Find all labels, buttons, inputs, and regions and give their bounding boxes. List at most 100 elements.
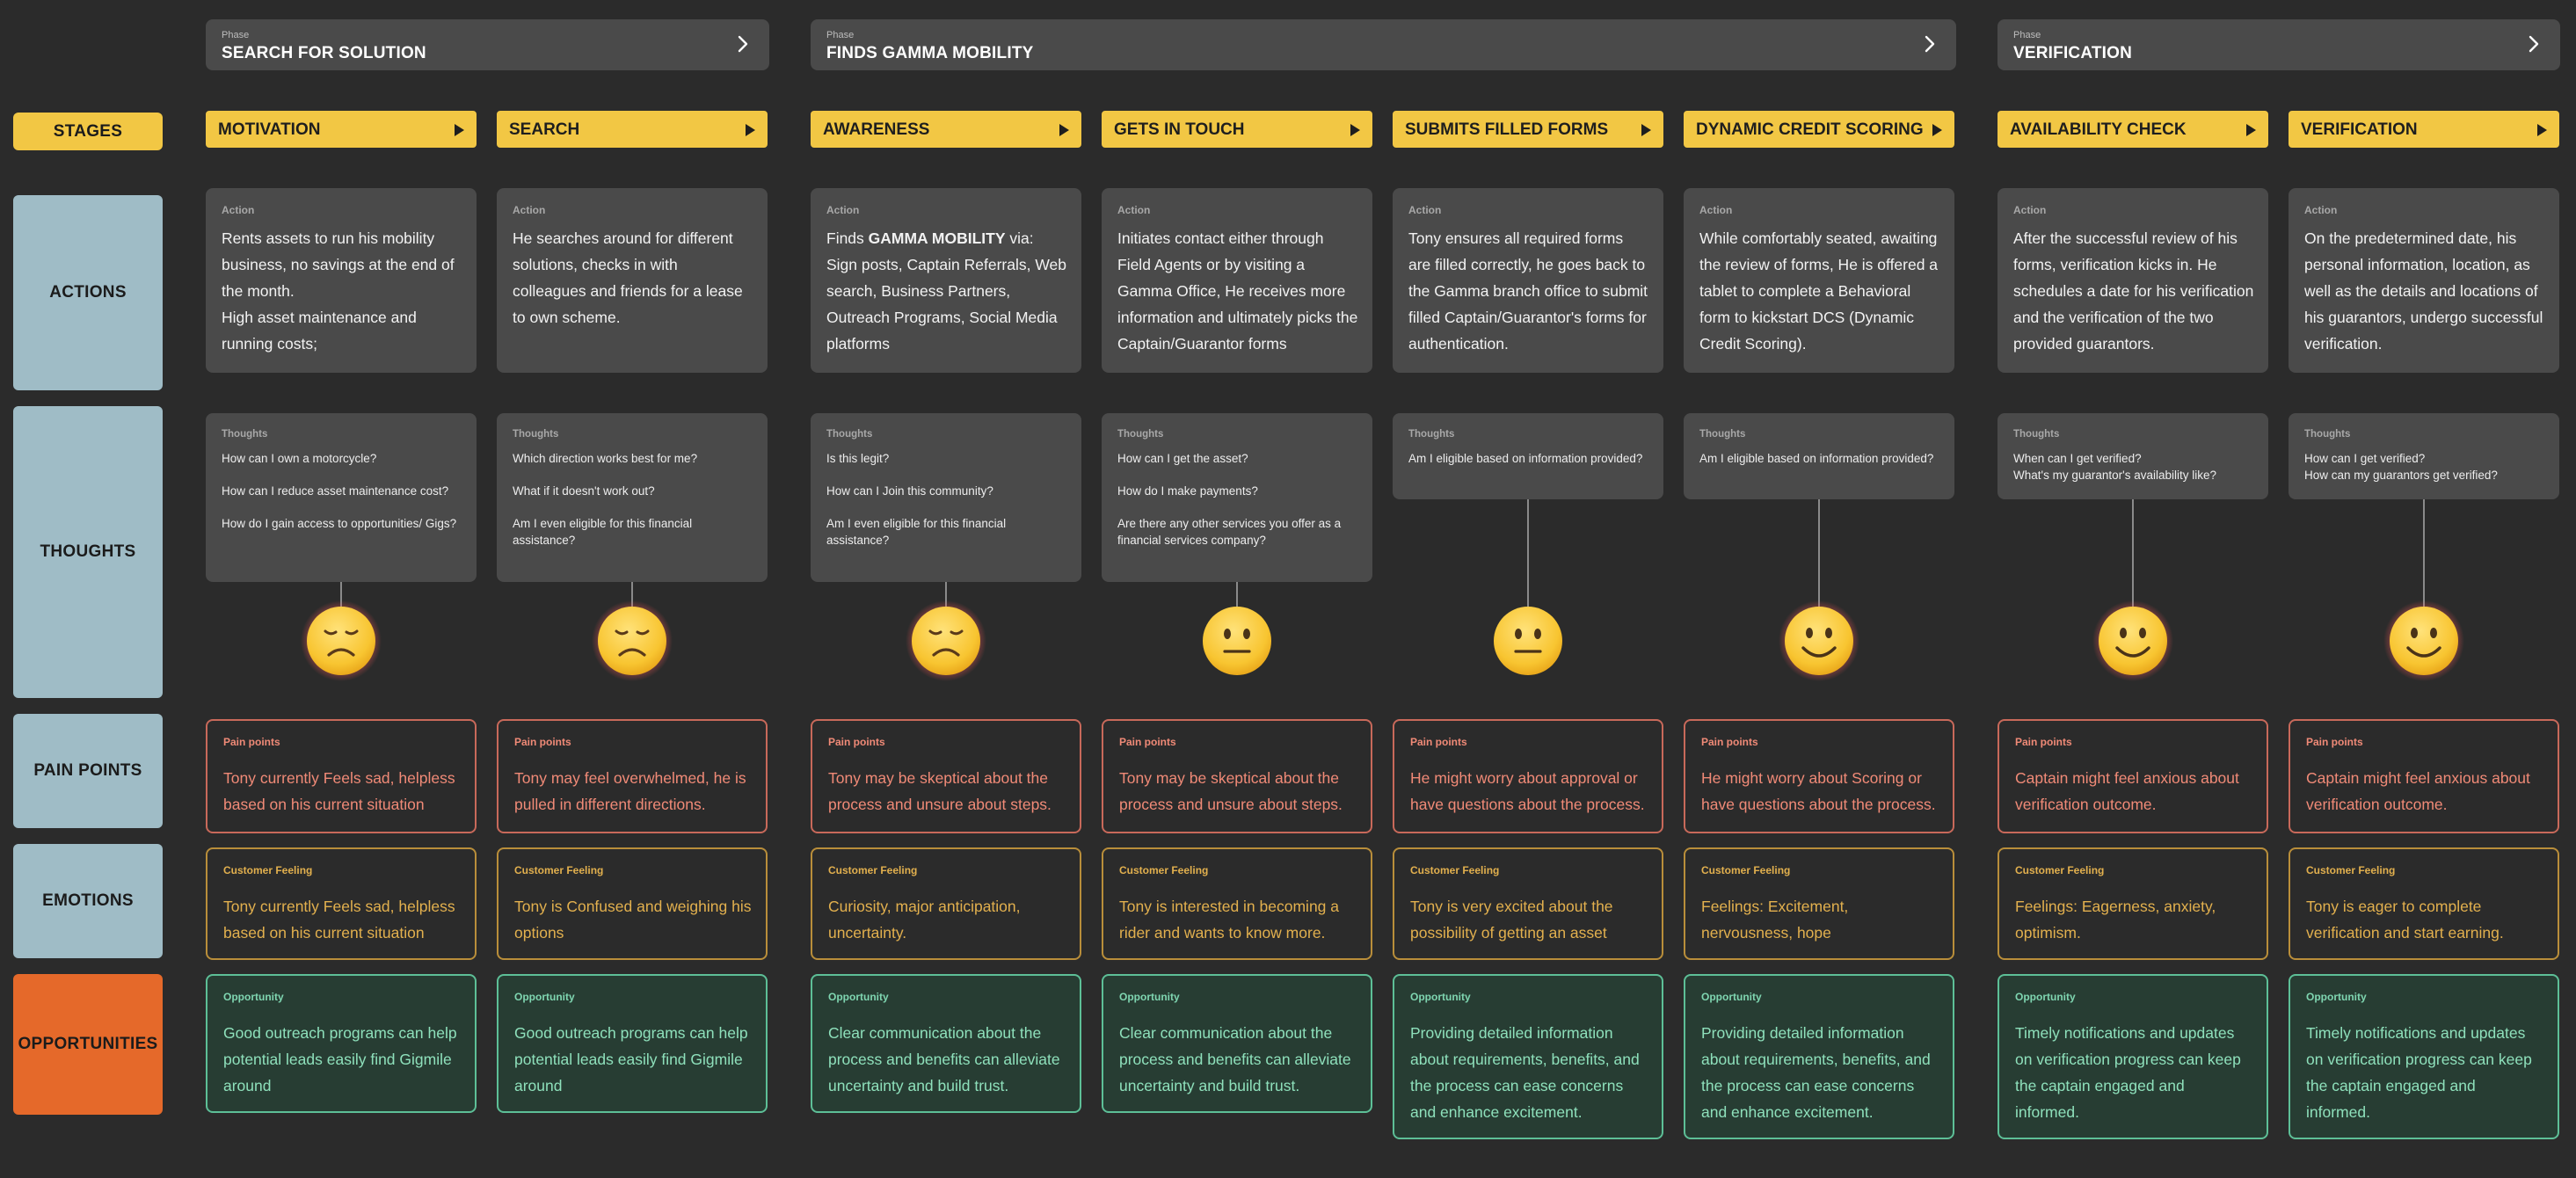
- thoughts-card: Thoughts Am I eligible based on informati…: [1393, 413, 1663, 499]
- phase-header-finds-gamma-mobility[interactable]: Phase FINDS GAMMA MOBILITY: [811, 19, 1956, 70]
- stage-availability-check[interactable]: AVAILABILITY CHECK: [1997, 111, 2268, 148]
- opportunity-card: Opportunity Providing detailed informatio…: [1393, 974, 1663, 1139]
- customer-feeling-card: Customer Feeling Tony is very excited abo…: [1393, 847, 1663, 960]
- card-title: Customer Feeling: [1410, 864, 1500, 876]
- row-header-actions: ACTIONS: [13, 195, 163, 390]
- opportunity-text: Timely notifications and updates on veri…: [2306, 1024, 2532, 1121]
- pain-points-card: Pain points Tony may be skeptical about t…: [1102, 719, 1372, 833]
- card-title: Pain points: [828, 736, 885, 748]
- stage-motivation[interactable]: MOTIVATION: [206, 111, 477, 148]
- card-title: Action: [513, 204, 546, 216]
- action-card: Action Rents assets to run his mobility b…: [206, 188, 477, 373]
- card-title: Opportunity: [2306, 991, 2367, 1003]
- stage-dynamic-credit-scoring[interactable]: DYNAMIC CREDIT SCORING: [1684, 111, 1954, 148]
- pain-points-card: Pain points He might worry about approval…: [1393, 719, 1663, 833]
- play-icon: [2537, 124, 2547, 136]
- customer-feeling-card: Customer Feeling Tony currently Feels sad…: [206, 847, 477, 960]
- thoughts-card: Thoughts How can I get verified? How can …: [2289, 413, 2559, 499]
- card-title: Opportunity: [1119, 991, 1180, 1003]
- card-title: Opportunity: [223, 991, 284, 1003]
- pain-points-text: Tony may be skeptical about the process …: [828, 769, 1052, 813]
- thoughts-text: How can I own a motorcycle? How can I re…: [222, 452, 457, 530]
- phase-header-verification[interactable]: Phase VERIFICATION: [1997, 19, 2560, 70]
- thoughts-card: Thoughts How can I own a motorcycle? How …: [206, 413, 477, 582]
- thoughts-text: Is this legit? How can I Join this commu…: [826, 452, 1007, 547]
- opportunity-text: Timely notifications and updates on veri…: [2015, 1024, 2241, 1121]
- play-icon: [1641, 124, 1651, 136]
- play-icon: [746, 124, 755, 136]
- card-title: Opportunity: [1410, 991, 1471, 1003]
- phase-title: SEARCH FOR SOLUTION: [222, 44, 426, 62]
- play-icon: [1932, 124, 1942, 136]
- card-title: Thoughts: [1699, 429, 1746, 440]
- customer-feeling-text: Tony is Confused and weighing his option…: [514, 898, 752, 942]
- emotion-happy-face-icon: [2092, 600, 2173, 681]
- customer-feeling-card: Customer Feeling Tony is interested in be…: [1102, 847, 1372, 960]
- action-text: Initiates contact either through Field A…: [1117, 229, 1358, 353]
- opportunity-card: Opportunity Good outreach programs can he…: [206, 974, 477, 1113]
- stage-submits-filled-forms[interactable]: SUBMITS FILLED FORMS: [1393, 111, 1663, 148]
- customer-feeling-text: Feelings: Excitement, nervousness, hope: [1701, 898, 1849, 942]
- phase-header-search-for-solution[interactable]: Phase SEARCH FOR SOLUTION: [206, 19, 769, 70]
- card-title: Thoughts: [1117, 429, 1164, 440]
- thoughts-text: How can I get verified? How can my guara…: [2304, 452, 2498, 482]
- thoughts-text: Am I eligible based on information provi…: [1408, 452, 1643, 465]
- opportunity-card: Opportunity Clear communication about the…: [1102, 974, 1372, 1113]
- play-icon: [455, 124, 464, 136]
- opportunity-card: Opportunity Timely notifications and upda…: [2289, 974, 2559, 1139]
- row-header-emotions: EMOTIONS: [13, 844, 163, 958]
- stage-awareness[interactable]: AWARENESS: [811, 111, 1081, 148]
- customer-feeling-card: Customer Feeling Feelings: Excitement, ne…: [1684, 847, 1954, 960]
- stage-label: DYNAMIC CREDIT SCORING: [1696, 120, 1924, 139]
- customer-feeling-text: Tony is eager to complete verification a…: [2306, 898, 2504, 942]
- card-title: Action: [2304, 204, 2338, 216]
- card-title: Thoughts: [826, 429, 873, 440]
- customer-feeling-text: Feelings: Eagerness, anxiety, optimism.: [2015, 898, 2216, 942]
- pain-points-text: He might worry about approval or have qu…: [1410, 769, 1645, 813]
- action-text-prefix: Finds: [826, 229, 869, 247]
- pain-points-text: Tony may be skeptical about the process …: [1119, 769, 1343, 813]
- card-title: Thoughts: [513, 429, 559, 440]
- action-text: After the successful review of his forms…: [2013, 229, 2254, 353]
- card-title: Opportunity: [2015, 991, 2076, 1003]
- card-title: Action: [1408, 204, 1442, 216]
- action-text: Tony ensures all required forms are fill…: [1408, 229, 1648, 353]
- stage-label: SEARCH: [509, 120, 580, 139]
- opportunity-card: Opportunity Clear communication about the…: [811, 974, 1081, 1113]
- thoughts-text: Am I eligible based on information provi…: [1699, 452, 1934, 465]
- card-title: Action: [1699, 204, 1733, 216]
- opportunity-text: Good outreach programs can help potentia…: [223, 1024, 457, 1094]
- card-title: Pain points: [1410, 736, 1467, 748]
- opportunity-text: Providing detailed information about req…: [1410, 1024, 1640, 1121]
- pain-points-card: Pain points Tony may be skeptical about t…: [811, 719, 1081, 833]
- connector-line: [1527, 499, 1529, 609]
- stage-label: AVAILABILITY CHECK: [2010, 120, 2187, 139]
- pain-points-text: Tony may feel overwhelmed, he is pulled …: [514, 769, 746, 813]
- customer-feeling-card: Customer Feeling Curiosity, major anticip…: [811, 847, 1081, 960]
- action-card: Action While comfortably seated, awaiting…: [1684, 188, 1954, 373]
- customer-feeling-card: Customer Feeling Tony is Confused and wei…: [497, 847, 768, 960]
- card-title: Customer Feeling: [1119, 864, 1209, 876]
- thoughts-text: How can I get the asset? How do I make p…: [1117, 452, 1342, 547]
- card-title: Thoughts: [2013, 429, 2060, 440]
- opportunity-text: Clear communication about the process an…: [1119, 1024, 1351, 1094]
- action-card: Action After the successful review of his…: [1997, 188, 2268, 373]
- card-title: Action: [1117, 204, 1151, 216]
- action-card: Action Tony ensures all required forms ar…: [1393, 188, 1663, 373]
- play-icon: [1059, 124, 1069, 136]
- pain-points-text: He might worry about Scoring or have que…: [1701, 769, 1936, 813]
- phase-label: Phase: [2013, 30, 2041, 40]
- card-title: Action: [826, 204, 860, 216]
- thoughts-text: Which direction works best for me? What …: [513, 452, 698, 547]
- card-title: Thoughts: [1408, 429, 1455, 440]
- opportunity-card: Opportunity Timely notifications and upda…: [1997, 974, 2268, 1139]
- card-title: Thoughts: [222, 429, 268, 440]
- stage-search[interactable]: SEARCH: [497, 111, 768, 148]
- pain-points-card: Pain points Tony currently Feels sad, hel…: [206, 719, 477, 833]
- stage-verification[interactable]: VERIFICATION: [2289, 111, 2559, 148]
- stage-gets-in-touch[interactable]: GETS IN TOUCH: [1102, 111, 1372, 148]
- pain-points-card: Pain points Tony may feel overwhelmed, he…: [497, 719, 768, 833]
- card-title: Customer Feeling: [2015, 864, 2105, 876]
- card-title: Customer Feeling: [828, 864, 918, 876]
- chevron-right-icon: [738, 35, 748, 53]
